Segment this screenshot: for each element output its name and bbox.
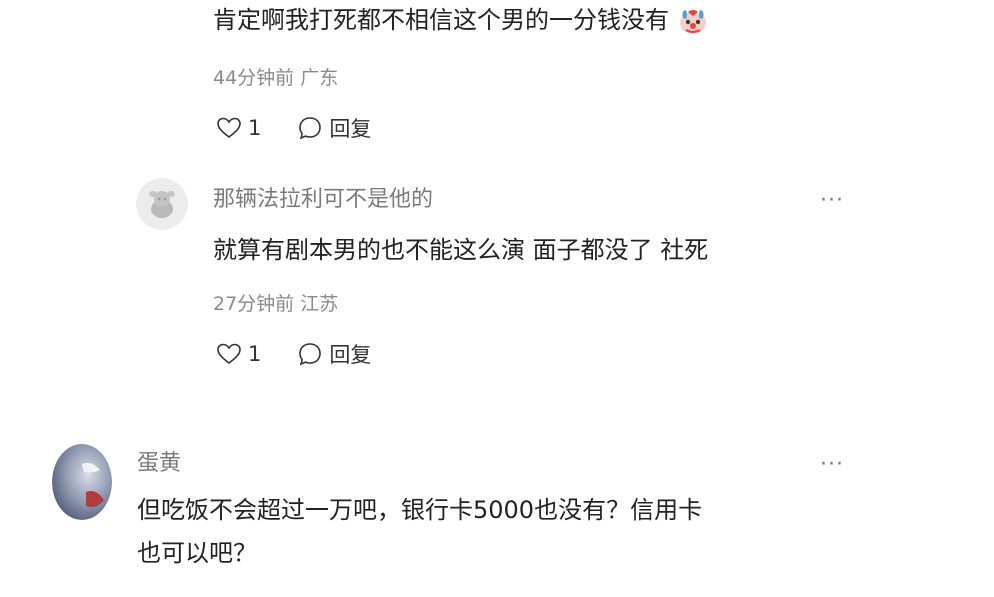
user-photo-avatar <box>52 444 112 520</box>
comment-text-line-1: 但吃饭不会超过一万吧，银行卡5000也没有？信用卡 <box>137 496 703 524</box>
avatar-crop-mask <box>0 430 52 540</box>
avatar[interactable] <box>52 444 112 520</box>
like-count: 1 <box>248 342 262 366</box>
comment-text: 肯定啊我打死都不相信这个男的一分钱没有 <box>213 4 709 36</box>
comment-meta: 27分钟前 江苏 <box>213 293 339 315</box>
reply-label: 回复 <box>329 117 372 141</box>
clown-face-emoji-icon <box>680 10 706 34</box>
like-count: 1 <box>248 116 262 140</box>
avatar[interactable] <box>136 178 188 230</box>
reply-button[interactable]: 回复 <box>297 339 371 369</box>
comment-feed: 肯定啊我打死都不相信这个男的一分钱没有 44分钟前 广东 1 回复 那辆法拉利可… <box>0 0 994 597</box>
speech-bubble-icon <box>299 117 322 140</box>
reply-button[interactable]: 回复 <box>297 113 371 143</box>
username[interactable]: 蛋黄 <box>137 450 181 478</box>
comment-text-body: 肯定啊我打死都不相信这个男的一分钱没有 <box>213 6 669 34</box>
comment-text: 就算有剧本男的也不能这么演 面子都没了 社死 <box>213 236 709 264</box>
username[interactable]: 那辆法拉利可不是他的 <box>213 186 433 214</box>
like-button[interactable]: 1 <box>216 116 261 140</box>
reply-label: 回复 <box>329 343 372 367</box>
speech-bubble-icon <box>299 343 322 366</box>
comment-actions: 1 回复 <box>216 114 371 142</box>
more-dots-icon[interactable]: ··· <box>820 454 844 476</box>
default-avatar-icon <box>136 178 188 230</box>
more-dots-icon[interactable]: ··· <box>820 190 844 212</box>
comment-meta: 44分钟前 广东 <box>213 67 339 89</box>
heart-outline-icon <box>217 343 241 365</box>
comment-actions: 1 回复 <box>216 340 371 368</box>
comment-text-line-2: 也可以吧？ <box>137 539 257 567</box>
heart-outline-icon <box>217 117 241 139</box>
like-button[interactable]: 1 <box>216 342 261 366</box>
